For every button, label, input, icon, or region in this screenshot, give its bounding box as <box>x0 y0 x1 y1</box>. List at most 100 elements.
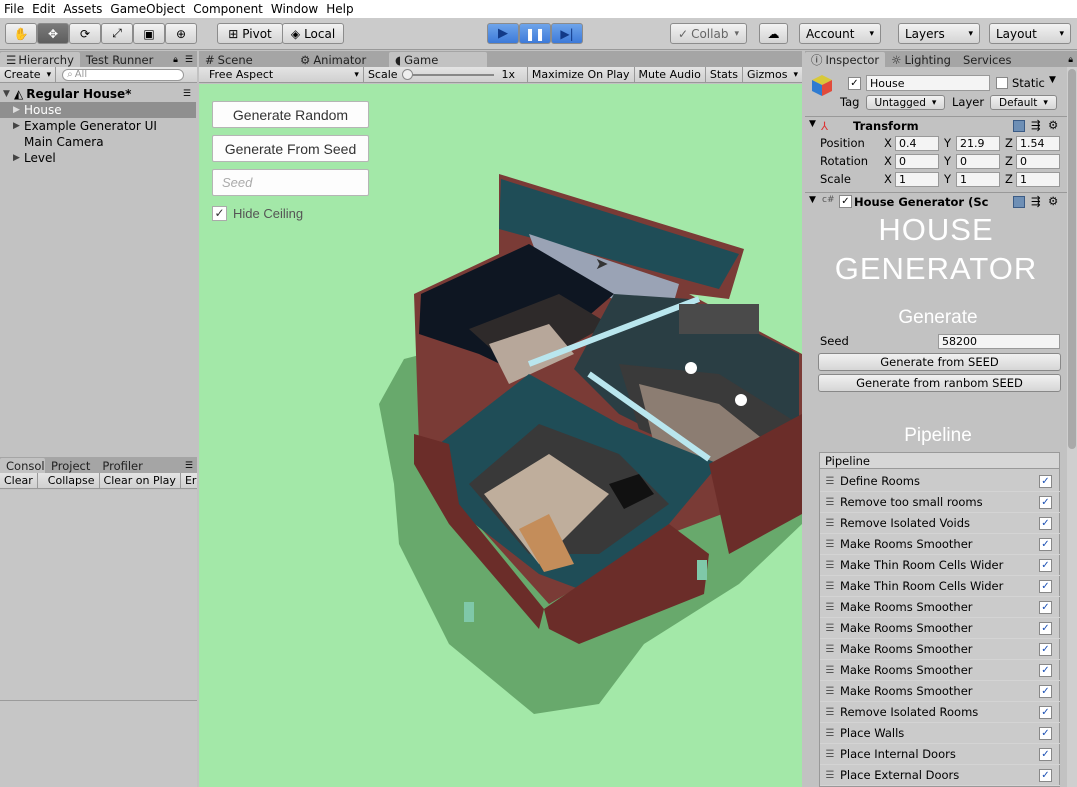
static-dropdown-icon[interactable]: ▼ <box>1049 75 1056 85</box>
transform-scale-x[interactable]: 1 <box>895 172 939 187</box>
pipeline-item-checkbox[interactable]: ✓ <box>1039 685 1052 698</box>
transform-rotation-x[interactable]: 0 <box>895 154 939 169</box>
pipeline-item-checkbox[interactable]: ✓ <box>1039 496 1052 509</box>
console-log-area[interactable] <box>0 490 197 787</box>
pipeline-item[interactable]: ☰ Make Rooms Smoother ✓ <box>820 534 1060 555</box>
help-icon[interactable] <box>1013 196 1025 208</box>
pipeline-item-checkbox[interactable]: ✓ <box>1039 538 1052 551</box>
aspect-dropdown[interactable]: Free Aspect <box>199 67 364 82</box>
drag-handle-icon[interactable]: ☰ <box>820 539 840 550</box>
static-checkbox[interactable] <box>996 77 1008 89</box>
pipeline-item[interactable]: ☰ Make Rooms Smoother ✓ <box>820 597 1060 618</box>
component-gear-icon[interactable]: ⚙ <box>1048 194 1058 208</box>
transform-tool-icon[interactable]: ⊕ <box>165 23 197 44</box>
scale-slider[interactable] <box>401 68 494 80</box>
component-gear-icon[interactable]: ⚙ <box>1048 118 1058 132</box>
drag-handle-icon[interactable]: ☰ <box>820 665 840 676</box>
transform-position-z[interactable]: 1.54 <box>1016 136 1060 151</box>
hand-tool-icon[interactable]: ✋ <box>5 23 37 44</box>
play-button[interactable]: ▶ <box>487 23 519 44</box>
help-icon[interactable] <box>1013 120 1025 132</box>
menu-icon[interactable]: ☰ <box>181 461 197 473</box>
menu-assets[interactable]: Assets <box>59 2 106 16</box>
transform-foldout-arrow-icon[interactable]: ▼ <box>809 119 816 129</box>
drag-handle-icon[interactable]: ☰ <box>820 581 840 592</box>
pipeline-item[interactable]: ☰ Remove Isolated Rooms ✓ <box>820 702 1060 723</box>
scene-menu-icon[interactable]: ☰ <box>183 89 191 99</box>
drag-handle-icon[interactable]: ☰ <box>820 770 840 781</box>
pipeline-item[interactable]: ☰ Place External Doors ✓ <box>820 765 1060 786</box>
layers-dropdown[interactable]: Layers <box>898 23 980 44</box>
collapse-button[interactable]: Collapse <box>44 473 100 488</box>
pipeline-item-checkbox[interactable]: ✓ <box>1039 643 1052 656</box>
drag-handle-icon[interactable]: ☰ <box>820 707 840 718</box>
pipeline-item-checkbox[interactable]: ✓ <box>1039 601 1052 614</box>
pipeline-item-checkbox[interactable]: ✓ <box>1039 664 1052 677</box>
hierarchy-item-level[interactable]: ▶ Level <box>13 150 56 166</box>
menu-gameobject[interactable]: GameObject <box>106 2 189 16</box>
component-foldout-arrow-icon[interactable]: ▼ <box>809 195 816 205</box>
collab-button[interactable]: ✓ Collab <box>670 23 747 44</box>
tab-profiler[interactable]: Profiler <box>96 458 149 473</box>
generate-random-button[interactable]: Generate Random <box>212 101 369 128</box>
tab-lighting[interactable]: ☼ Lighting <box>885 52 957 67</box>
generate-from-seed-inspector-button[interactable]: Generate from SEED <box>818 353 1061 371</box>
scale-tool-icon[interactable]: ⤢ <box>101 23 133 44</box>
pipeline-item-checkbox[interactable]: ✓ <box>1039 517 1052 530</box>
pipeline-item-checkbox[interactable]: ✓ <box>1039 748 1052 761</box>
pipeline-item[interactable]: ☰ Remove too small rooms ✓ <box>820 492 1060 513</box>
transform-rotation-y[interactable]: 0 <box>956 154 1000 169</box>
step-button[interactable]: ▶| <box>551 23 583 44</box>
pipeline-item[interactable]: ☰ Make Rooms Smoother ✓ <box>820 681 1060 702</box>
collapsed-arrow-icon[interactable]: ▶ <box>13 153 24 163</box>
drag-handle-icon[interactable]: ☰ <box>820 623 840 634</box>
pipeline-item[interactable]: ☰ Place Internal Doors ✓ <box>820 744 1060 765</box>
pipeline-item[interactable]: ☰ Place Walls ✓ <box>820 723 1060 744</box>
scrollbar-thumb[interactable] <box>1068 69 1076 449</box>
tag-dropdown[interactable]: Untagged <box>866 95 945 110</box>
menu-icon[interactable]: ☰ <box>181 55 197 67</box>
create-dropdown[interactable]: Create <box>0 67 57 82</box>
pipeline-item[interactable]: ☰ Make Thin Room Cells Wider ✓ <box>820 555 1060 576</box>
rect-tool-icon[interactable]: ▣ <box>133 23 165 44</box>
pipeline-item[interactable]: ☰ Make Rooms Smoother ✓ <box>820 639 1060 660</box>
generate-from-seed-button[interactable]: Generate From Seed <box>212 135 369 162</box>
pipeline-item-checkbox[interactable]: ✓ <box>1039 769 1052 782</box>
transform-rotation-z[interactable]: 0 <box>1016 154 1060 169</box>
move-tool-icon[interactable]: ✥ <box>37 23 69 44</box>
clear-on-play-button[interactable]: Clear on Play <box>100 473 181 488</box>
tab-project[interactable]: Project <box>45 458 96 473</box>
collapsed-arrow-icon[interactable]: ▶ <box>13 105 24 115</box>
drag-handle-icon[interactable]: ☰ <box>820 602 840 613</box>
drag-handle-icon[interactable]: ☰ <box>820 518 840 529</box>
transform-scale-z[interactable]: 1 <box>1016 172 1060 187</box>
hierarchy-item-main-camera[interactable]: Main Camera <box>24 134 104 150</box>
tab-test-runner[interactable]: Test Runner <box>80 52 159 67</box>
drag-handle-icon[interactable]: ☰ <box>820 749 840 760</box>
pause-button[interactable]: ❚❚ <box>519 23 551 44</box>
mute-audio-toggle[interactable]: Mute Audio <box>635 67 706 82</box>
layer-dropdown[interactable]: Default <box>990 95 1057 110</box>
gizmos-dropdown[interactable]: Gizmos <box>743 67 802 82</box>
drag-handle-icon[interactable]: ☰ <box>820 686 840 697</box>
account-dropdown[interactable]: Account <box>799 23 881 44</box>
preset-icon[interactable]: ⇶ <box>1031 118 1041 132</box>
drag-handle-icon[interactable]: ☰ <box>820 497 840 508</box>
stats-toggle[interactable]: Stats <box>706 67 743 82</box>
layout-dropdown[interactable]: Layout <box>989 23 1071 44</box>
hierarchy-item-example-generator-ui[interactable]: ▶ Example Generator UI <box>13 118 157 134</box>
pipeline-item-checkbox[interactable]: ✓ <box>1039 706 1052 719</box>
tab-animator[interactable]: ⚙ Animator <box>294 52 389 67</box>
maximize-on-play-toggle[interactable]: Maximize On Play <box>528 67 635 82</box>
hierarchy-item-house[interactable]: ▶ House <box>0 102 196 118</box>
rotate-tool-icon[interactable]: ⟳ <box>69 23 101 44</box>
tab-hierarchy[interactable]: ☰ Hierarchy <box>0 52 80 67</box>
pipeline-item[interactable]: ☰ Define Rooms ✓ <box>820 471 1060 492</box>
pipeline-item-checkbox[interactable]: ✓ <box>1039 475 1052 488</box>
scene-row[interactable]: ▼ ◭ Regular House* ☰ <box>3 86 197 102</box>
pivot-button[interactable]: ⊞ Pivot <box>217 23 283 44</box>
lock-icon[interactable]: 🔒︎ <box>170 55 181 67</box>
transform-scale-y[interactable]: 1 <box>956 172 1000 187</box>
scale-slider-thumb[interactable] <box>401 68 413 80</box>
generate-from-random-seed-button[interactable]: Generate from ranbom SEED <box>818 374 1061 392</box>
